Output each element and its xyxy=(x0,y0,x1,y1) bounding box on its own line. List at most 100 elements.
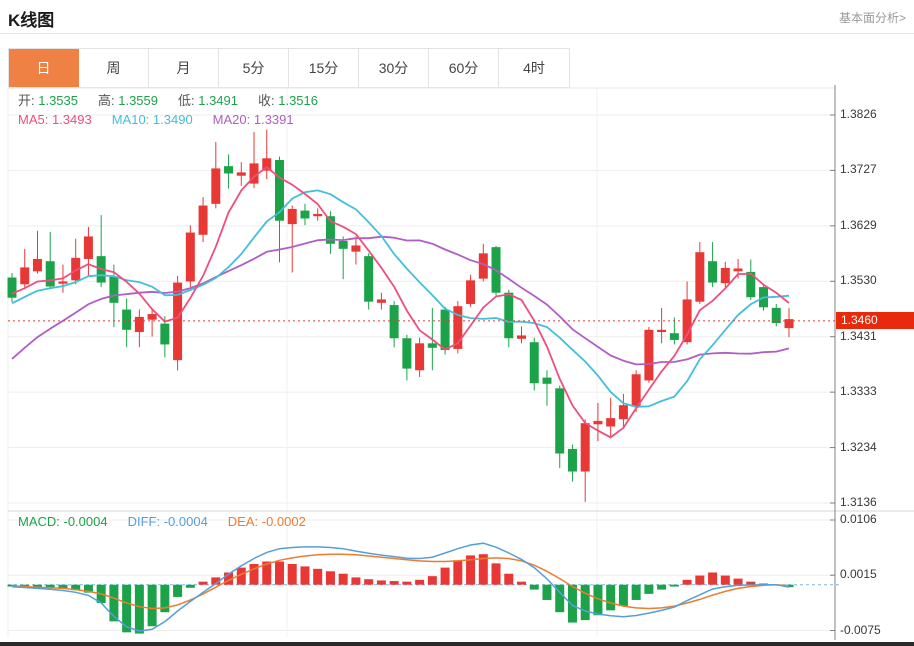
macd-bar xyxy=(492,563,501,584)
candle-body xyxy=(148,314,157,320)
candle-body xyxy=(377,299,386,302)
macd-bar xyxy=(351,577,360,584)
candle-body xyxy=(402,338,411,368)
macd-bar xyxy=(517,582,526,585)
candle-body xyxy=(670,333,679,340)
candle-body xyxy=(122,310,131,330)
macd-bar xyxy=(275,562,284,585)
candle-body xyxy=(33,259,42,271)
axis xyxy=(830,85,835,640)
bottom-border xyxy=(0,642,914,646)
candle-body xyxy=(504,293,513,339)
macd-bar xyxy=(288,564,297,585)
macd-bar xyxy=(364,579,373,584)
candle-body xyxy=(657,330,666,332)
candle-body xyxy=(135,317,144,332)
ma-legend: MA5: 1.3493MA10: 1.3490MA20: 1.3391 xyxy=(18,112,314,127)
candle-body xyxy=(708,261,717,282)
candle-body xyxy=(237,172,246,175)
macd-bar xyxy=(339,574,348,585)
macd-legend: MACD: -0.0004DIFF: -0.0004DEA: -0.0002 xyxy=(18,514,326,529)
candle-body xyxy=(606,418,615,426)
candles-layer xyxy=(8,130,794,502)
candle-body xyxy=(415,343,424,370)
candle-body xyxy=(339,241,348,249)
candle-body xyxy=(644,330,653,381)
macd-bar xyxy=(530,585,539,590)
legend-item: DIFF: -0.0004 xyxy=(128,514,208,529)
candle-body xyxy=(517,335,526,338)
macd-tick-label: 0.0015 xyxy=(840,567,912,581)
macd-bar xyxy=(326,571,335,584)
macd-bar xyxy=(734,579,743,585)
macd-bar xyxy=(428,576,437,585)
macd-bar xyxy=(504,574,513,585)
chart-area: 开: 1.3535高: 1.3559低: 1.3491收: 1.3516 MA5… xyxy=(0,0,914,646)
macd-bar xyxy=(390,581,399,585)
ma-lines xyxy=(12,167,789,437)
price-tick-label: 1.3530 xyxy=(840,273,912,287)
legend-item: 开: 1.3535 xyxy=(18,93,78,108)
legend-item: MA5: 1.3493 xyxy=(18,112,92,127)
candle-body xyxy=(288,209,297,224)
macd-bar xyxy=(657,585,666,590)
price-tick-label: 1.3727 xyxy=(840,162,912,176)
price-tick-label: 1.3826 xyxy=(840,107,912,121)
candle-body xyxy=(160,324,169,345)
macd-bar xyxy=(453,560,462,584)
candle-body xyxy=(20,267,29,284)
candle-body xyxy=(721,268,730,283)
macd-bar xyxy=(619,585,628,606)
macd-bar xyxy=(313,569,322,585)
candle-body xyxy=(351,245,360,251)
candle-body xyxy=(390,305,399,338)
legend-item: MACD: -0.0004 xyxy=(18,514,108,529)
candle-body xyxy=(530,342,539,383)
current-price-badge: 1.3460 xyxy=(836,312,914,329)
candle-body xyxy=(593,421,602,424)
macd-bar xyxy=(402,582,411,585)
macd-bar xyxy=(542,585,551,600)
macd-layer xyxy=(8,543,841,633)
macd-bar xyxy=(135,585,144,634)
candle-body xyxy=(186,233,195,282)
macd-bar xyxy=(300,566,309,584)
macd-bar xyxy=(581,585,590,620)
macd-bar xyxy=(644,585,653,594)
candle-body xyxy=(619,405,628,419)
legend-item: MA20: 1.3391 xyxy=(213,112,294,127)
candle-body xyxy=(428,343,437,347)
price-tick-label: 1.3333 xyxy=(840,384,912,398)
macd-bar xyxy=(148,585,157,627)
price-tick-label: 1.3234 xyxy=(840,440,912,454)
macd-bar xyxy=(568,585,577,623)
candle-body xyxy=(224,166,233,173)
candle-body xyxy=(313,214,322,216)
macd-bar xyxy=(683,580,692,585)
candle-body xyxy=(364,256,373,302)
candle-body xyxy=(84,236,93,258)
candle-body xyxy=(46,261,55,286)
price-tick-label: 1.3136 xyxy=(840,495,912,509)
kline-widget: K线图 基本面分析> 日周月5分15分30分60分4时 开: 1.3535高: … xyxy=(0,0,914,646)
candle-body xyxy=(568,449,577,471)
macd-bar xyxy=(708,573,717,585)
macd-bar xyxy=(441,568,450,585)
macd-bar xyxy=(670,585,679,587)
macd-tick-label: 0.0106 xyxy=(840,512,912,526)
candle-body xyxy=(441,310,450,350)
candle-body xyxy=(695,252,704,301)
candle-body xyxy=(199,206,208,235)
candle-body xyxy=(542,378,551,384)
macd-bar xyxy=(415,580,424,585)
price-tick-label: 1.3431 xyxy=(840,329,912,343)
legend-item: 低: 1.3491 xyxy=(178,93,238,108)
candle-body xyxy=(58,281,67,283)
candle-body xyxy=(8,278,17,298)
macd-bar xyxy=(721,576,730,585)
candle-body xyxy=(109,276,118,302)
candle-body xyxy=(632,374,641,406)
price-tick-label: 1.3629 xyxy=(840,218,912,232)
candle-body xyxy=(466,280,475,304)
macd-bar xyxy=(632,585,641,600)
